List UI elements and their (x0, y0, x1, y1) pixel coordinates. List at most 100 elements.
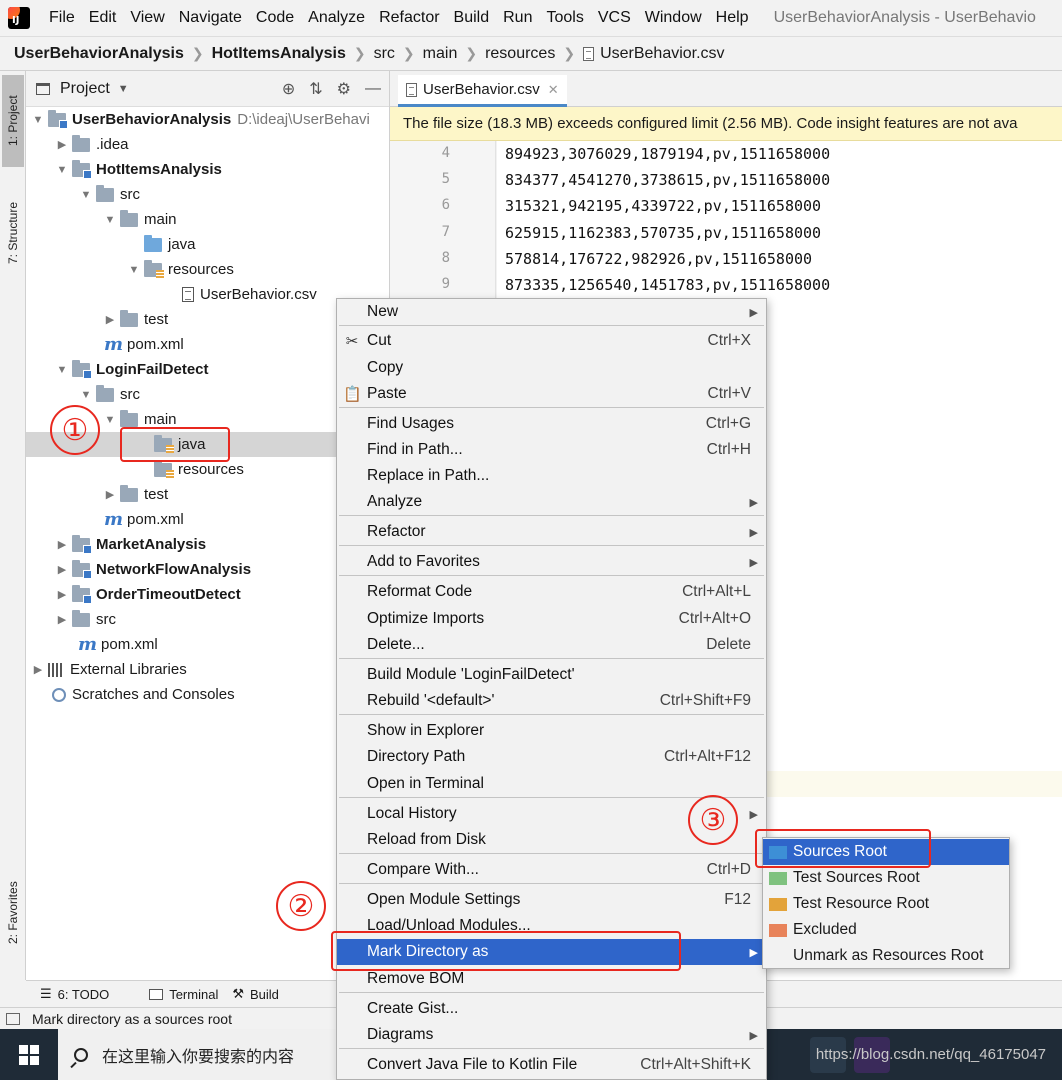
menu-code[interactable]: Code (249, 9, 301, 27)
menu-file[interactable]: File (42, 9, 82, 27)
menu-item-rebuild-default[interactable]: Rebuild '<default>' Ctrl+Shift+F9 (337, 688, 766, 714)
menu-item-diagrams[interactable]: Diagrams ▶ (337, 1022, 766, 1048)
collapsed-arrow-icon[interactable]: ▶ (54, 138, 70, 151)
project-view-selector[interactable]: Project (60, 80, 110, 98)
editor-tab-userbehavior-csv[interactable]: UserBehavior.csv ✕ (398, 75, 567, 107)
folder-icon (120, 484, 138, 502)
submenu-item-test-resource-root[interactable]: Test Resource Root (763, 891, 1009, 917)
menu-build[interactable]: Build (447, 9, 497, 27)
menu-item-copy[interactable]: Copy (337, 355, 766, 381)
submenu-item-test-sources-root[interactable]: Test Sources Root (763, 865, 1009, 891)
expand-arrow-icon[interactable]: ▼ (126, 264, 142, 276)
menu-item-delete[interactable]: Delete... Delete (337, 632, 766, 658)
expand-arrow-icon[interactable]: ▼ (30, 114, 46, 126)
submenu-item-excluded[interactable]: Excluded (763, 917, 1009, 943)
terminal-tool-button[interactable]: Terminal (149, 987, 218, 1002)
menu-item-open-module-settings[interactable]: Open Module Settings F12 (337, 887, 766, 913)
expand-arrow-icon[interactable]: ▼ (102, 214, 118, 226)
menu-item-label: Convert Java File to Kotlin File (367, 1056, 578, 1073)
expand-arrow-icon[interactable]: ▼ (78, 389, 94, 401)
code-line[interactable]: 578814,176722,982926,pv,1511658000 (505, 250, 812, 268)
code-line[interactable]: 834377,4541270,3738615,pv,1511658000 (505, 171, 830, 189)
collapsed-arrow-icon[interactable]: ▶ (30, 663, 46, 676)
project-tool-tab[interactable]: 1: Project (2, 75, 24, 167)
menu-item-paste[interactable]: 📋 Paste Ctrl+V (337, 381, 766, 407)
menu-edit[interactable]: Edit (82, 9, 124, 27)
breadcrumb-item[interactable]: UserBehaviorAnalysis (14, 45, 184, 63)
breadcrumb-item[interactable]: UserBehavior.csv (583, 45, 725, 63)
tree-item-main[interactable]: ▼ main (26, 207, 390, 232)
menu-item-compare-with[interactable]: Compare With... Ctrl+D (337, 857, 766, 883)
menu-run[interactable]: Run (496, 9, 539, 27)
chevron-down-icon[interactable]: ▼ (118, 83, 129, 95)
menu-item-analyze[interactable]: Analyze ▶ (337, 489, 766, 515)
menu-item-reformat-code[interactable]: Reformat Code Ctrl+Alt+L (337, 579, 766, 605)
menu-item-create-gist[interactable]: Create Gist... (337, 996, 766, 1022)
menu-item-cut[interactable]: ✂ Cut Ctrl+X (337, 328, 766, 354)
expand-arrow-icon[interactable]: ▼ (78, 189, 94, 201)
tree-item-idea[interactable]: ▶ .idea (26, 132, 390, 157)
menu-refactor[interactable]: Refactor (372, 9, 446, 27)
menu-item-refactor[interactable]: Refactor ▶ (337, 519, 766, 545)
menu-vcs[interactable]: VCS (591, 9, 638, 27)
expand-arrow-icon[interactable]: ▼ (54, 364, 70, 376)
close-icon[interactable]: ✕ (548, 82, 559, 98)
windows-start-button[interactable] (0, 1029, 58, 1080)
menu-item-add-to-favorites[interactable]: Add to Favorites ▶ (337, 549, 766, 575)
expand-arrow-icon[interactable]: ▼ (54, 164, 70, 176)
status-panel-icon[interactable] (6, 1012, 20, 1025)
project-panel-header: Project ▼ ⊕ ⇅ ⚙ — (26, 71, 389, 107)
breadcrumb-item[interactable]: main (423, 45, 458, 63)
breadcrumb-item[interactable]: HotItemsAnalysis (212, 45, 346, 63)
menu-item-label: Directory Path (367, 748, 466, 765)
menu-item-optimize-imports[interactable]: Optimize Imports Ctrl+Alt+O (337, 606, 766, 632)
build-tool-button[interactable]: ⚒ Build (232, 986, 279, 1002)
taskbar-search-box[interactable]: 在这里输入你要搜索的内容 (58, 1029, 338, 1080)
collapsed-arrow-icon[interactable]: ▶ (54, 563, 70, 576)
menu-item-new[interactable]: New ▶ (337, 299, 766, 325)
hide-panel-icon[interactable]: — (365, 80, 381, 98)
code-line[interactable]: 625915,1162383,570735,pv,1511658000 (505, 224, 821, 242)
menu-item-convert-java-file-to-kotlin-file[interactable]: Convert Java File to Kotlin File Ctrl+Alt… (337, 1052, 766, 1078)
submenu-item-unmark-as-resources-root[interactable]: Unmark as Resources Root (763, 943, 1009, 969)
breadcrumb-item[interactable]: resources (485, 45, 555, 63)
collapsed-arrow-icon[interactable]: ▶ (102, 488, 118, 501)
code-line[interactable]: 315321,942195,4339722,pv,1511658000 (505, 197, 821, 215)
menu-tools[interactable]: Tools (539, 9, 590, 27)
collapsed-arrow-icon[interactable]: ▶ (54, 613, 70, 626)
gear-icon[interactable]: ⚙ (337, 79, 351, 99)
code-line[interactable]: 894923,3076029,1879194,pv,1511658000 (505, 145, 830, 163)
menu-item-open-in-terminal[interactable]: Open in Terminal (337, 771, 766, 797)
tree-item-resources[interactable]: ▼ resources (26, 257, 390, 282)
menu-item-find-in-path[interactable]: Find in Path... Ctrl+H (337, 437, 766, 463)
menu-separator (339, 515, 764, 516)
menu-window[interactable]: Window (638, 9, 709, 27)
submenu-arrow-icon: ▶ (749, 1029, 758, 1042)
menu-help[interactable]: Help (709, 9, 756, 27)
collapsed-arrow-icon[interactable]: ▶ (54, 588, 70, 601)
structure-tool-tab[interactable]: 7: Structure (2, 187, 24, 279)
menu-item-directory-path[interactable]: Directory Path Ctrl+Alt+F12 (337, 744, 766, 770)
tree-item-userbehavioranalysis[interactable]: ▼ UserBehaviorAnalysis D:\ideaj\UserBehavi (26, 107, 390, 132)
menu-view[interactable]: View (123, 9, 171, 27)
todo-tool-button[interactable]: ☰ 6: TODO (40, 986, 109, 1002)
collapse-all-icon[interactable]: ⇅ (309, 79, 322, 99)
menu-item-replace-in-path[interactable]: Replace in Path... (337, 463, 766, 489)
locate-target-icon[interactable]: ⊕ (282, 79, 295, 99)
tree-item-java[interactable]: java (26, 232, 390, 257)
collapsed-arrow-icon[interactable]: ▶ (54, 538, 70, 551)
code-line[interactable]: 873335,1256540,1451783,pv,1511658000 (505, 276, 830, 294)
menu-item-show-in-explorer[interactable]: Show in Explorer (337, 718, 766, 744)
collapsed-arrow-icon[interactable]: ▶ (102, 313, 118, 326)
folder-app-icon[interactable] (766, 1037, 802, 1073)
expand-arrow-icon[interactable]: ▼ (102, 414, 118, 426)
menu-analyze[interactable]: Analyze (301, 9, 372, 27)
menu-navigate[interactable]: Navigate (172, 9, 249, 27)
tree-item-src[interactable]: ▼ src (26, 182, 390, 207)
breadcrumb-item[interactable]: src (374, 45, 395, 63)
tree-item-hotitemsanalysis[interactable]: ▼ HotItemsAnalysis (26, 157, 390, 182)
submenu-arrow-icon: ▶ (749, 496, 758, 509)
favorites-tool-tab[interactable]: 2: Favorites (2, 867, 24, 959)
menu-item-find-usages[interactable]: Find Usages Ctrl+G (337, 411, 766, 437)
menu-item-build-module-loginfaildetect[interactable]: Build Module 'LoginFailDetect' (337, 662, 766, 688)
